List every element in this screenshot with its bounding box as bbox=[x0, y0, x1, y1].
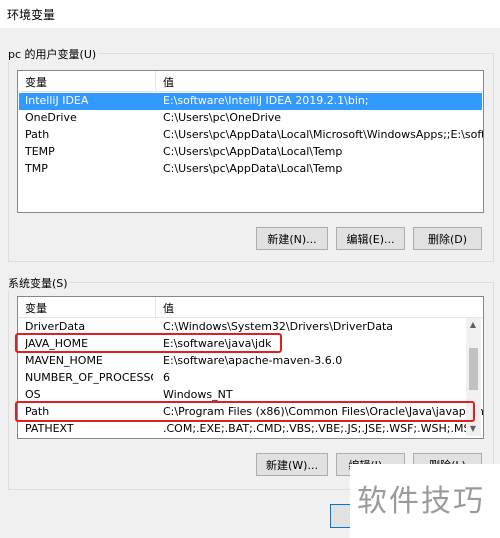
var-name: TMP bbox=[25, 162, 48, 175]
user-var-row-tmp[interactable]: TMP C:\Users\pc\AppData\Local\Temp bbox=[19, 161, 482, 178]
user-vars-label: pc 的用户变量(U) bbox=[6, 46, 99, 62]
watermark: 软件技巧 bbox=[357, 484, 485, 519]
system-vars-header: 变量 值 bbox=[18, 297, 483, 318]
user-var-row-path[interactable]: Path C:\Users\pc\AppData\Local\Microsoft… bbox=[19, 127, 483, 144]
var-value: .COM;.EXE;.BAT;.CMD;.VBS;.VBE;.JS;.JSE;.… bbox=[163, 422, 479, 435]
scrollbar-thumb[interactable] bbox=[469, 348, 478, 390]
column-header-variable[interactable]: 变量 bbox=[25, 300, 47, 316]
var-value: E:\software\IntelliJ IDEA 2019.2.1\bin; bbox=[163, 94, 369, 107]
var-name: DriverData bbox=[25, 320, 86, 333]
column-header-value[interactable]: 值 bbox=[163, 74, 174, 90]
user-var-row-intellij[interactable]: IntelliJ IDEA E:\software\IntelliJ IDEA … bbox=[19, 93, 482, 110]
var-value: E:\software\apache-maven-3.6.0 bbox=[163, 354, 343, 367]
var-name: MAVEN_HOME bbox=[25, 354, 103, 367]
highlight-path bbox=[15, 401, 475, 422]
var-value: Windows_NT bbox=[163, 388, 233, 401]
scroll-up-arrow-icon[interactable]: ▲ bbox=[466, 318, 480, 332]
user-vars-header: 变量 值 bbox=[18, 71, 483, 92]
var-value: C:\Users\pc\AppData\Local\Microsoft\Wind… bbox=[163, 128, 483, 141]
scroll-down-arrow-icon[interactable]: ▼ bbox=[466, 422, 480, 436]
column-header-value[interactable]: 值 bbox=[163, 300, 174, 316]
var-name: OS bbox=[25, 388, 41, 401]
var-name: OneDrive bbox=[25, 111, 77, 124]
system-var-row-maven-home[interactable]: MAVEN_HOME E:\software\apache-maven-3.6.… bbox=[19, 353, 467, 370]
user-delete-button[interactable]: 删除(D) bbox=[413, 227, 482, 250]
system-vars-label: 系统变量(S) bbox=[6, 275, 70, 291]
var-name: NUMBER_OF_PROCESSORS bbox=[25, 371, 153, 384]
var-name: IntelliJ IDEA bbox=[25, 94, 89, 107]
var-value: C:\Users\pc\AppData\Local\Temp bbox=[163, 162, 343, 175]
var-value: C:\Users\pc\AppData\Local\Temp bbox=[163, 145, 343, 158]
var-value: 6 bbox=[163, 371, 170, 384]
column-header-variable[interactable]: 变量 bbox=[25, 74, 47, 90]
user-var-row-onedrive[interactable]: OneDrive C:\Users\pc\OneDrive bbox=[19, 110, 482, 127]
window-title: 环境变量 bbox=[7, 8, 56, 22]
var-name: Path bbox=[25, 128, 50, 141]
user-vars-list[interactable]: 变量 值 IntelliJ IDEA E:\software\IntelliJ … bbox=[17, 70, 484, 213]
var-value: C:\Users\pc\OneDrive bbox=[163, 111, 282, 124]
var-name: PATHEXT bbox=[25, 422, 74, 435]
var-name: TEMP bbox=[25, 145, 55, 158]
user-new-button[interactable]: 新建(N)... bbox=[256, 227, 328, 250]
user-var-row-temp[interactable]: TEMP C:\Users\pc\AppData\Local\Temp bbox=[19, 144, 482, 161]
highlight-java-home bbox=[15, 333, 282, 353]
system-new-button[interactable]: 新建(W)... bbox=[256, 453, 328, 476]
system-var-row-processors[interactable]: NUMBER_OF_PROCESSORS 6 bbox=[19, 370, 467, 387]
title-bar: 环境变量 bbox=[0, 0, 500, 28]
ok-button[interactable] bbox=[330, 504, 350, 528]
var-value: C:\Windows\System32\Drivers\DriverData bbox=[163, 320, 394, 333]
user-edit-button[interactable]: 编辑(E)... bbox=[336, 227, 405, 250]
system-var-row-pathext[interactable]: PATHEXT .COM;.EXE;.BAT;.CMD;.VBS;.VBE;.J… bbox=[19, 421, 478, 438]
